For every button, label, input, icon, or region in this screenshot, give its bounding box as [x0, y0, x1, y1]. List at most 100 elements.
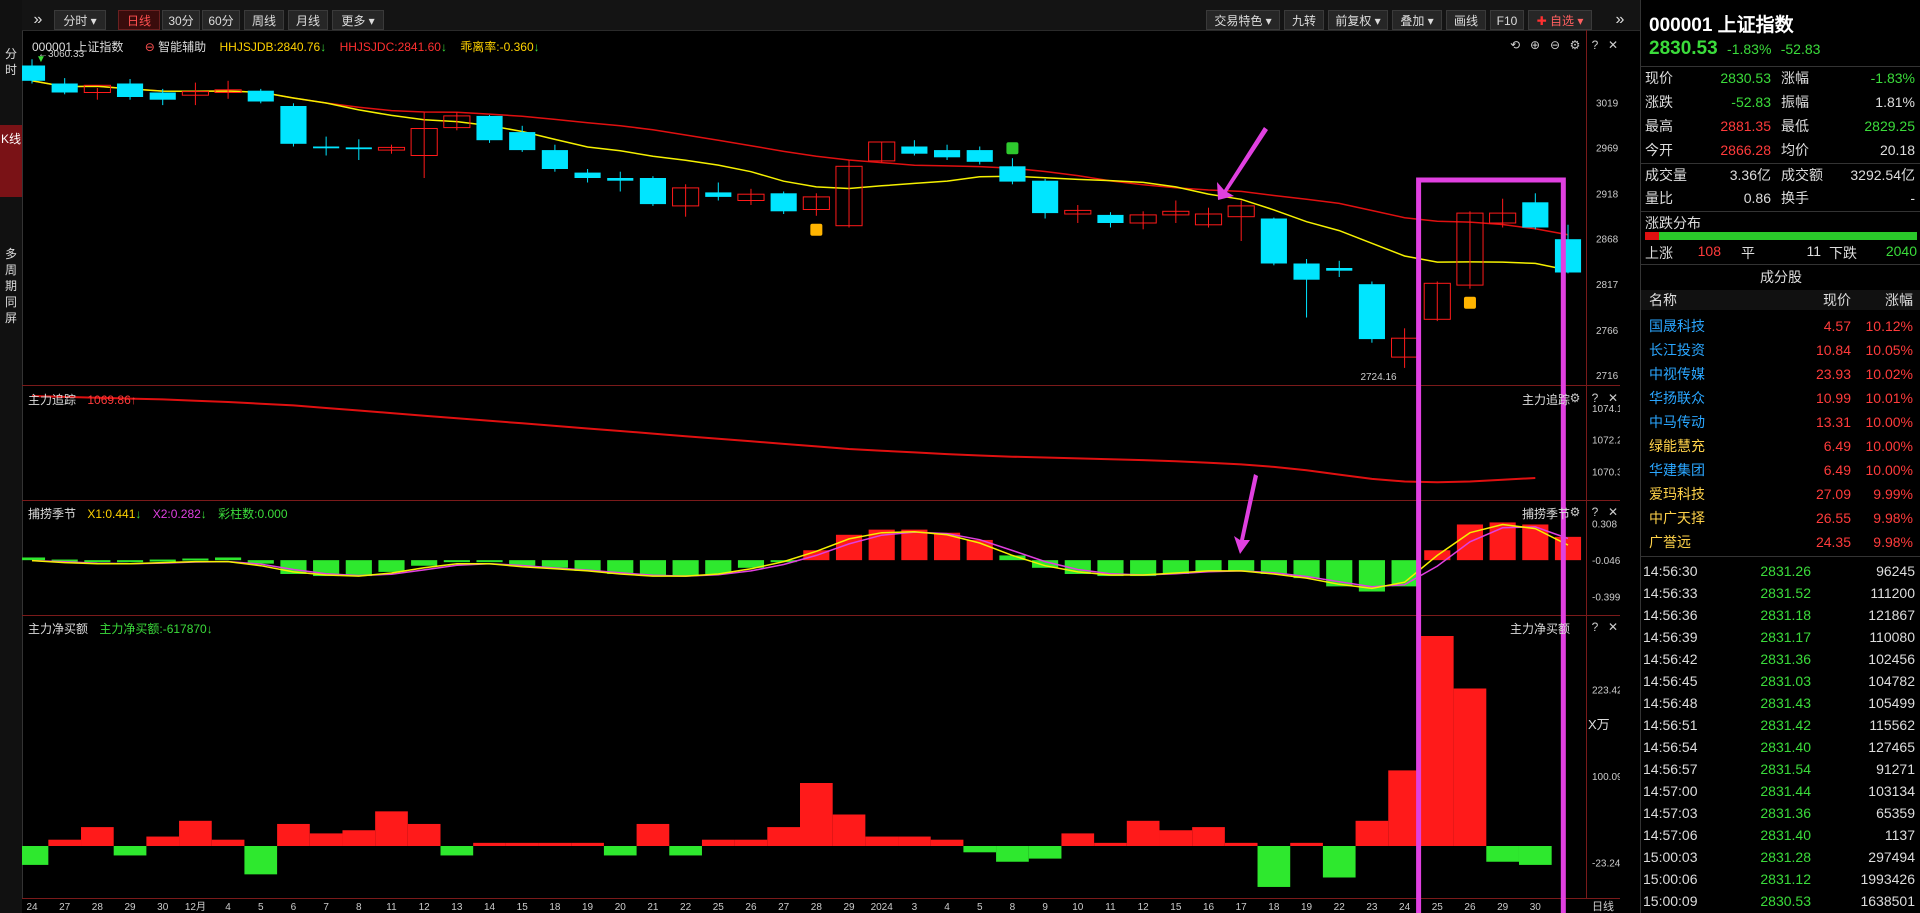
- chart-area[interactable]: 3019 2969 2918 2868 2817 2766 2716 ←3060.33 2724…: [22, 30, 1620, 913]
- constituent-row[interactable]: 中视传媒 23.93 10.02%: [1641, 363, 1920, 386]
- col-name[interactable]: 名称: [1649, 290, 1677, 310]
- left-tab-multi-period[interactable]: 多周期同屏: [0, 240, 22, 345]
- divider: [1641, 264, 1920, 265]
- price-tick: 2918: [1596, 189, 1619, 200]
- close-icon[interactable]: ✕: [1606, 505, 1620, 519]
- close-icon[interactable]: ✕: [1606, 620, 1620, 634]
- period-label: 日线: [1592, 899, 1614, 913]
- close-icon[interactable]: ✕: [1606, 391, 1620, 405]
- tick-volume: 103134: [1868, 783, 1915, 799]
- dist-down: 2040: [1885, 243, 1917, 259]
- collapse-chevron-icon[interactable]: »: [1608, 10, 1632, 30]
- tick-time: 15:00:06: [1643, 871, 1698, 887]
- p2-tick: 1074.11: [1592, 404, 1620, 415]
- tick-row: 14:56:45 2831.03 104782: [1641, 670, 1920, 692]
- oscillator-bar: [378, 560, 405, 572]
- left-tab-timeshare[interactable]: 分时: [0, 40, 22, 100]
- col-price[interactable]: 现价: [1761, 290, 1851, 310]
- candle-body: [116, 83, 144, 97]
- constituent-row[interactable]: 中广天择 26.55 9.98%: [1641, 507, 1920, 530]
- help-icon[interactable]: ?: [1588, 391, 1602, 405]
- net-buy-bar: [1126, 820, 1160, 846]
- net-buy-bar: [1518, 846, 1552, 865]
- price-tick: 3019: [1596, 98, 1619, 109]
- help-icon[interactable]: ?: [1588, 505, 1602, 519]
- constituent-row[interactable]: 广誉远 24.35 9.98%: [1641, 531, 1920, 554]
- overlay-menu[interactable]: 叠加 ▾: [1392, 10, 1442, 30]
- net-buy-bar: [277, 823, 310, 846]
- p2-value: 1069.86: [87, 393, 131, 407]
- ind-hhjsjdb: HHJSJDB:2840.76: [219, 40, 321, 54]
- oscillator-bar: [182, 558, 209, 561]
- gear-icon[interactable]: ⚙: [1568, 38, 1582, 52]
- smart-assist-icon[interactable]: ⊖: [145, 40, 155, 54]
- tab-daily[interactable]: 日线: [118, 10, 160, 30]
- oscillator-bar: [116, 560, 144, 563]
- tab-60min[interactable]: 60分: [202, 10, 240, 30]
- tick-row: 14:56:33 2831.52 111200: [1641, 582, 1920, 604]
- net-buy-bar: [636, 823, 670, 846]
- col-change[interactable]: 涨幅: [1841, 290, 1913, 310]
- quote-row: 现价 2830.53 涨幅 -1.83%: [1641, 67, 1920, 90]
- plus-icon[interactable]: ⊕: [1528, 38, 1542, 52]
- date-tick: 22: [680, 902, 692, 913]
- gear-icon[interactable]: ⚙: [1568, 505, 1582, 519]
- constituent-row[interactable]: 华扬联众 10.99 10.01%: [1641, 387, 1920, 410]
- net-buy-bar: [342, 830, 376, 846]
- watchlist-button[interactable]: ✚ 自选 ▾: [1528, 10, 1592, 30]
- p3-title: 捕捞季节: [28, 507, 77, 521]
- draw-line-button[interactable]: 画线: [1446, 10, 1486, 30]
- tick-volume: 115562: [1869, 717, 1915, 733]
- f10-button[interactable]: F10: [1490, 10, 1524, 30]
- oscillator-bar: [149, 559, 176, 562]
- close-icon[interactable]: ✕: [1606, 38, 1620, 52]
- tick-volume: 1137: [1884, 827, 1915, 843]
- tab-weekly[interactable]: 周线: [244, 10, 284, 30]
- smart-assist-label[interactable]: 智能辅助: [158, 40, 206, 54]
- p3-right-title: 捕捞季节: [1522, 507, 1571, 521]
- tick-time: 14:56:51: [1643, 717, 1698, 733]
- oscillator-bar: [215, 557, 242, 561]
- oscillator-bar: [1228, 560, 1255, 571]
- refresh-icon[interactable]: ⟲: [1508, 38, 1522, 52]
- trading-feature-menu[interactable]: 交易特色 ▾: [1206, 10, 1280, 30]
- left-tab-kline[interactable]: K线: [0, 125, 22, 197]
- net-buy-bar: [309, 833, 343, 846]
- tab-30min[interactable]: 30分: [162, 10, 200, 30]
- adjust-menu[interactable]: 前复权 ▾: [1328, 10, 1388, 30]
- constituent-row[interactable]: 华建集团 6.49 10.00%: [1641, 459, 1920, 482]
- nine-turn-button[interactable]: 九转: [1284, 10, 1324, 30]
- gear-icon[interactable]: ⚙: [1568, 391, 1582, 405]
- tab-monthly[interactable]: 月线: [288, 10, 328, 30]
- candle-body: [541, 150, 568, 169]
- constituent-row[interactable]: 国晟科技 4.57 10.12%: [1641, 315, 1920, 338]
- candle-body: [901, 146, 928, 154]
- tick-time: 14:56:39: [1643, 629, 1698, 645]
- tab-fenshi[interactable]: 分时 ▾: [54, 10, 106, 30]
- date-tick: 27: [59, 902, 71, 913]
- tab-more[interactable]: 更多 ▾: [332, 10, 384, 30]
- constituent-row[interactable]: 绿能慧充 6.49 10.00%: [1641, 435, 1920, 458]
- tick-time: 14:56:45: [1643, 673, 1698, 689]
- ind-bias: 乖离率:-0.360: [460, 40, 534, 54]
- quote-label: 振幅: [1781, 94, 1809, 110]
- main-panel-header: 000001 上证指数 ⊖ 智能辅助 HHJSJDB:2840.76↓ HHJS…: [32, 38, 540, 55]
- minus-icon[interactable]: ⊖: [1548, 38, 1562, 52]
- quote-value: 2866.28: [1720, 142, 1771, 158]
- net-buy-bar: [1192, 827, 1225, 846]
- annotation-arrow: [1217, 127, 1268, 200]
- constituent-row[interactable]: 中马传动 13.31 10.00%: [1641, 411, 1920, 434]
- candle-body: [607, 178, 634, 181]
- date-tick: 28: [811, 902, 823, 913]
- tick-price: 2831.36: [1760, 651, 1811, 667]
- p3-bar-count: 彩柱数:0.000: [218, 507, 288, 521]
- help-icon[interactable]: ?: [1588, 38, 1602, 52]
- constituent-row[interactable]: 爱玛科技 27.09 9.99%: [1641, 483, 1920, 506]
- constituent-name: 长江投资: [1649, 342, 1705, 358]
- constituent-row[interactable]: 长江投资 10.84 10.05%: [1641, 339, 1920, 362]
- double-chevron-right-icon[interactable]: »: [26, 10, 50, 30]
- p3-tick: -0.399: [1592, 593, 1620, 604]
- constituent-name: 中视传媒: [1649, 366, 1705, 382]
- help-icon[interactable]: ?: [1588, 620, 1602, 634]
- tick-price: 2831.40: [1760, 739, 1811, 755]
